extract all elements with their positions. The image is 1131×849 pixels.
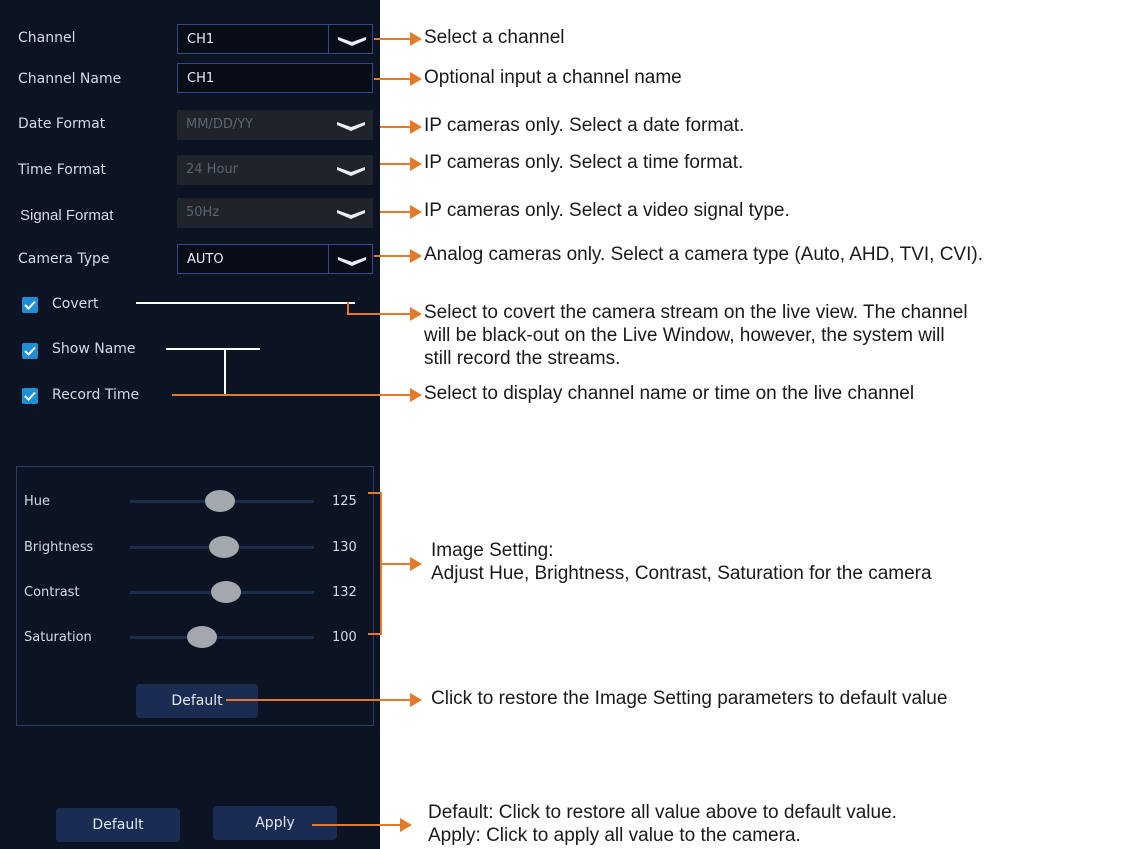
date-format-label: Date Format (18, 116, 106, 132)
camera-type-label: Camera Type (18, 251, 110, 267)
record-time-checkbox[interactable] (22, 388, 38, 404)
channel-name-label: Channel Name (18, 71, 122, 87)
annotation-display: Select to display channel name or time o… (424, 383, 915, 404)
arrow-right-icon (410, 157, 422, 171)
channel-select[interactable]: CH1 (177, 24, 373, 54)
arrow-right-icon (410, 249, 422, 263)
show-name-checkbox[interactable] (22, 343, 38, 359)
covert-label: Covert (52, 296, 99, 312)
connector-line (374, 78, 412, 80)
brightness-label: Brightness (24, 540, 94, 555)
connector-line (368, 633, 382, 635)
connector-line (374, 38, 412, 40)
show-name-label: Show Name (52, 341, 136, 357)
connector-line (347, 313, 412, 315)
date-format-select[interactable]: MM/DD/YY (177, 110, 373, 140)
arrow-right-icon (410, 557, 422, 571)
checkmark-icon (24, 300, 36, 310)
covert-checkbox[interactable] (22, 297, 38, 313)
arrow-right-icon (410, 693, 422, 707)
camera-type-value: AUTO (187, 252, 224, 267)
checkmark-icon (24, 346, 36, 356)
divider (328, 25, 329, 53)
annotation-covert-line1: Select to covert the camera stream on th… (424, 302, 968, 323)
camera-settings-panel: Channel CH1 Channel Name CH1 Date Format… (0, 0, 380, 849)
arrow-right-icon (410, 32, 422, 46)
connector-line (166, 348, 260, 350)
arrow-right-icon (410, 388, 422, 402)
connector-line (380, 163, 412, 165)
contrast-value: 132 (332, 585, 357, 600)
connector-line (172, 394, 412, 396)
saturation-value: 100 (332, 630, 357, 645)
connector-line (226, 699, 412, 701)
signal-format-select[interactable]: 50Hz (177, 198, 373, 228)
annotation-covert-line2: will be black-out on the Live Window, ho… (424, 325, 945, 346)
signal-format-value: 50Hz (186, 205, 220, 220)
channel-name-value: CH1 (187, 71, 215, 86)
arrow-right-icon (400, 818, 412, 832)
arrow-right-icon (410, 72, 422, 86)
channel-name-input[interactable]: CH1 (177, 63, 373, 93)
divider (328, 245, 329, 273)
connector-line (380, 211, 412, 213)
connector-line (382, 563, 412, 565)
hue-slider-handle[interactable] (205, 490, 236, 512)
annotation-date-format: IP cameras only. Select a date format. (424, 115, 745, 136)
contrast-slider-handle[interactable] (210, 581, 241, 603)
chevron-down-icon[interactable] (336, 255, 368, 267)
checkmark-icon (24, 391, 36, 401)
time-format-value: 24 Hour (186, 162, 238, 177)
time-format-select[interactable]: 24 Hour (177, 155, 373, 185)
default-button[interactable]: Default (56, 808, 180, 842)
annotation-time-format: IP cameras only. Select a time format. (424, 152, 744, 173)
date-format-value: MM/DD/YY (186, 117, 254, 132)
annotation-signal-format: IP cameras only. Select a video signal t… (424, 200, 790, 221)
chevron-down-icon[interactable] (336, 35, 368, 47)
record-time-label: Record Time (52, 387, 140, 403)
signal-format-label: Signal Format (20, 207, 114, 224)
apply-button[interactable]: Apply (213, 806, 337, 840)
connector-line (380, 126, 412, 128)
arrow-right-icon (410, 205, 422, 219)
annotation-footer-default: Default: Click to restore all value abov… (428, 802, 897, 823)
arrow-right-icon (410, 120, 422, 134)
hue-label: Hue (24, 494, 51, 509)
connector-line (312, 824, 402, 826)
channel-label: Channel (18, 30, 76, 46)
time-format-label: Time Format (18, 162, 107, 178)
annotation-image-default: Click to restore the Image Setting param… (431, 688, 948, 709)
annotation-channel: Select a channel (424, 27, 565, 48)
arrow-right-icon (410, 307, 422, 321)
saturation-slider[interactable] (130, 636, 314, 639)
annotation-image-title: Image Setting: (431, 540, 554, 561)
annotation-channel-name: Optional input a channel name (424, 67, 682, 88)
annotation-footer-apply: Apply: Click to apply all value to the c… (428, 825, 801, 846)
annotation-covert-line3: still record the streams. (424, 348, 621, 369)
annotation-camera-type: Analog cameras only. Select a camera typ… (424, 244, 983, 265)
chevron-down-icon[interactable] (335, 165, 367, 177)
annotation-image-desc: Adjust Hue, Brightness, Contrast, Satura… (431, 563, 932, 584)
hue-value: 125 (332, 494, 357, 509)
saturation-slider-handle[interactable] (186, 626, 217, 648)
connector-line (374, 255, 412, 257)
camera-type-select[interactable]: AUTO (177, 244, 373, 274)
connector-line (136, 302, 355, 304)
connector-line (224, 348, 226, 395)
brightness-slider-handle[interactable] (208, 536, 239, 558)
chevron-down-icon[interactable] (335, 208, 367, 220)
contrast-label: Contrast (24, 585, 80, 600)
image-default-button[interactable]: Default (136, 684, 258, 718)
channel-value: CH1 (187, 32, 215, 47)
brightness-value: 130 (332, 540, 357, 555)
chevron-down-icon[interactable] (335, 120, 367, 132)
saturation-label: Saturation (24, 630, 92, 645)
